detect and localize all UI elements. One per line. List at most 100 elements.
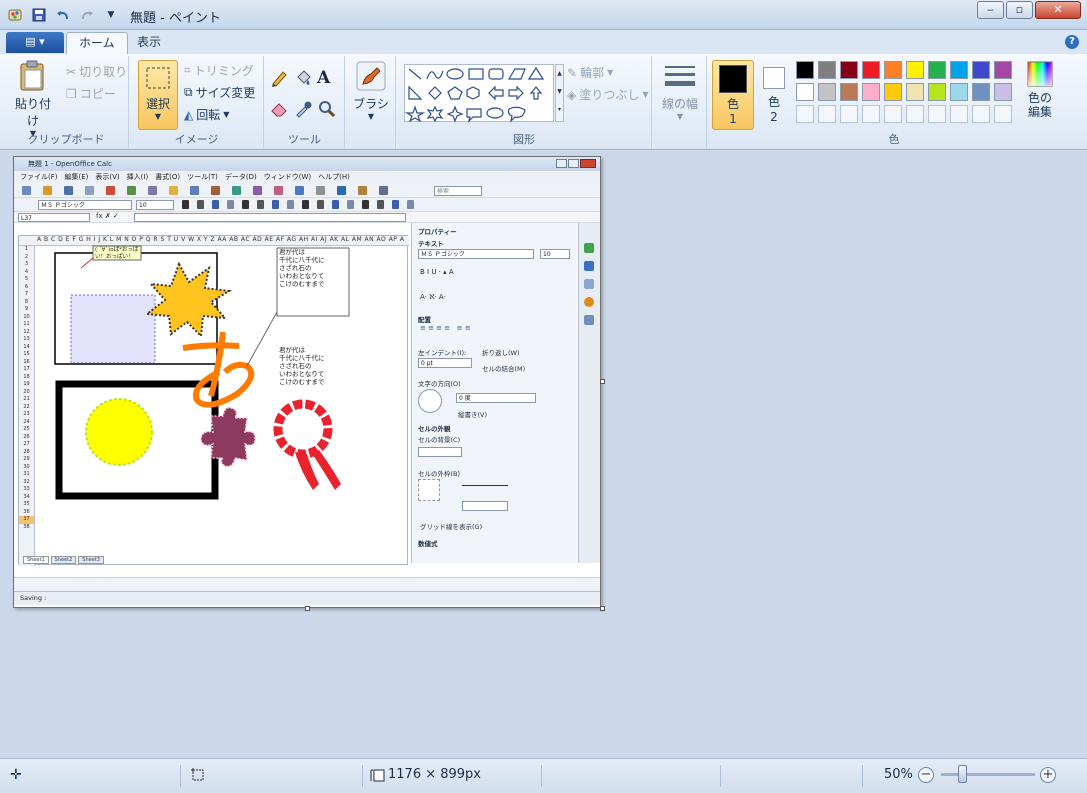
palette-swatch[interactable] [928,61,946,79]
palette-swatch[interactable] [994,61,1012,79]
drawing-canvas[interactable]: 無題 1 - OpenOffice Calc ファイル(F) 編集(E) 表示(V)… [13,156,601,608]
window-title: 無題 - ペイント [130,11,221,26]
palette-empty-slot[interactable] [972,105,990,123]
oo-props-size: 10 [540,249,570,259]
shapes-scroll[interactable]: ▲ ▼ ▾ [555,64,564,122]
color2-button[interactable]: 色 2 [758,60,790,130]
brushes-button[interactable]: ブラシ ▼ [350,60,392,121]
copy-button[interactable]: ❐ コピー [66,85,116,102]
paste-button[interactable]: 貼り付け ▼ [10,60,56,138]
palette-swatch[interactable] [950,83,968,101]
oo-menu-item: 編集(E) [64,173,89,181]
paste-icon [20,60,44,91]
help-icon[interactable]: ? [1065,35,1079,49]
oo-toolbar-icon [22,186,31,195]
zoom-in-button[interactable]: + [1040,767,1056,783]
paint-app-icon[interactable] [6,6,24,24]
brush-icon [356,61,386,91]
oo-toolbar-icon [43,186,52,195]
palette-empty-slot[interactable] [928,105,946,123]
fill-button[interactable]: ◈ 塗りつぶし ▼ [567,86,649,103]
zoom-slider-thumb[interactable] [958,765,967,783]
shapes-group: ▲ ▼ ▾ ✎ 輪郭 ▼ ◈ 塗りつぶし ▼ 図形 [397,56,652,148]
edit-colors-label: 色の編集 [1027,91,1052,119]
palette-swatch[interactable] [840,83,858,101]
resize-handle-right[interactable] [600,379,605,384]
colors-group-label: 色 [888,133,900,146]
resize-handle-bottom[interactable] [305,606,310,611]
palette-empty-slot[interactable] [950,105,968,123]
outline-button[interactable]: ✎ 輪郭 ▼ [567,64,613,81]
palette-empty-slot[interactable] [840,105,858,123]
cut-button[interactable]: ✂ 切り取り [66,63,127,80]
eraser-icon[interactable] [269,99,291,122]
customize-qat-icon[interactable]: ▼ [102,6,120,24]
oo-toolbar-icon [211,186,220,195]
shapes-gallery[interactable] [404,64,554,123]
image-group-label: イメージ [174,133,219,146]
palette-swatch[interactable] [818,83,836,101]
palette-empty-slot[interactable] [818,105,836,123]
palette-empty-slot[interactable] [994,105,1012,123]
colors-group: 色 1 色 2 色の編集 色 [708,56,1080,148]
magnifier-icon[interactable] [317,99,339,122]
tab-view[interactable]: 表示 [125,32,173,54]
palette-swatch[interactable] [906,83,924,101]
edit-colors-button[interactable]: 色の編集 [1020,60,1060,119]
palette-swatch[interactable] [884,83,902,101]
palette-swatch[interactable] [972,83,990,101]
palette-empty-slot[interactable] [884,105,902,123]
palette-empty-slot[interactable] [862,105,880,123]
palette-swatch[interactable] [840,61,858,79]
redo-icon[interactable] [78,6,96,24]
line-width-icon [665,66,695,86]
color-picker-icon[interactable] [293,99,315,122]
oo-format-icon [272,200,279,209]
oo-props-cell-section: セルの外観 [418,425,451,433]
zoom-out-button[interactable]: − [918,767,934,783]
crop-button[interactable]: ⌗ トリミング [184,62,254,79]
tab-home[interactable]: ホーム [66,32,128,54]
minimize-button[interactable]: ‒ [977,1,1004,19]
save-icon[interactable] [30,6,48,24]
palette-swatch[interactable] [950,61,968,79]
oo-poem-text-2: 君が代は 千代に八千代に さざれ石の いわおとなりて こけのむすまで [279,346,325,386]
fill-bucket-icon[interactable] [293,68,315,91]
palette-empty-slot[interactable] [796,105,814,123]
oo-drawing-toolbar [14,577,600,591]
rotate-button[interactable]: ◭ 回転 ▼ [184,106,229,123]
oo-toolbar-icon [85,186,94,195]
oo-props-direction: 文字の方向(O) [418,380,461,388]
select-button[interactable]: 選択 ▼ [138,60,178,130]
palette-empty-slot[interactable] [906,105,924,123]
palette-swatch[interactable] [796,83,814,101]
palette-swatch[interactable] [994,83,1012,101]
palette-swatch[interactable] [928,83,946,101]
resize-button[interactable]: ⧉ サイズ変更 [184,84,255,101]
shapes-group-label: 図形 [513,133,535,146]
zoom-slider-track[interactable] [941,773,1035,776]
palette-swatch[interactable] [862,83,880,101]
palette-swatch[interactable] [906,61,924,79]
close-button[interactable]: ✕ [1035,1,1081,19]
palette-swatch[interactable] [818,61,836,79]
undo-icon[interactable] [54,6,72,24]
oo-font-size: 10 [136,200,174,210]
canvas-workspace[interactable]: 無題 1 - OpenOffice Calc ファイル(F) 編集(E) 表示(V)… [0,151,1087,758]
palette-swatch[interactable] [862,61,880,79]
size-button[interactable]: 線の幅 ▼ [659,62,701,121]
palette-swatch[interactable] [884,61,902,79]
palette-swatch[interactable] [972,61,990,79]
oo-props-vertical: 縦書き(V) [458,411,488,419]
oo-format-icon [392,200,399,209]
pencil-icon[interactable] [269,68,291,91]
resize-handle-corner[interactable] [600,606,605,611]
color1-button[interactable]: 色 1 [712,60,754,130]
paint-menu-button[interactable]: ▤ ▾ [6,32,64,53]
text-tool-icon[interactable]: A [317,68,339,91]
fill-dropdown-icon: ▼ [642,90,649,99]
outline-dropdown-icon: ▼ [607,68,614,77]
color2-swatch [763,67,785,89]
maximize-button[interactable]: ▫ [1006,1,1033,19]
palette-swatch[interactable] [796,61,814,79]
